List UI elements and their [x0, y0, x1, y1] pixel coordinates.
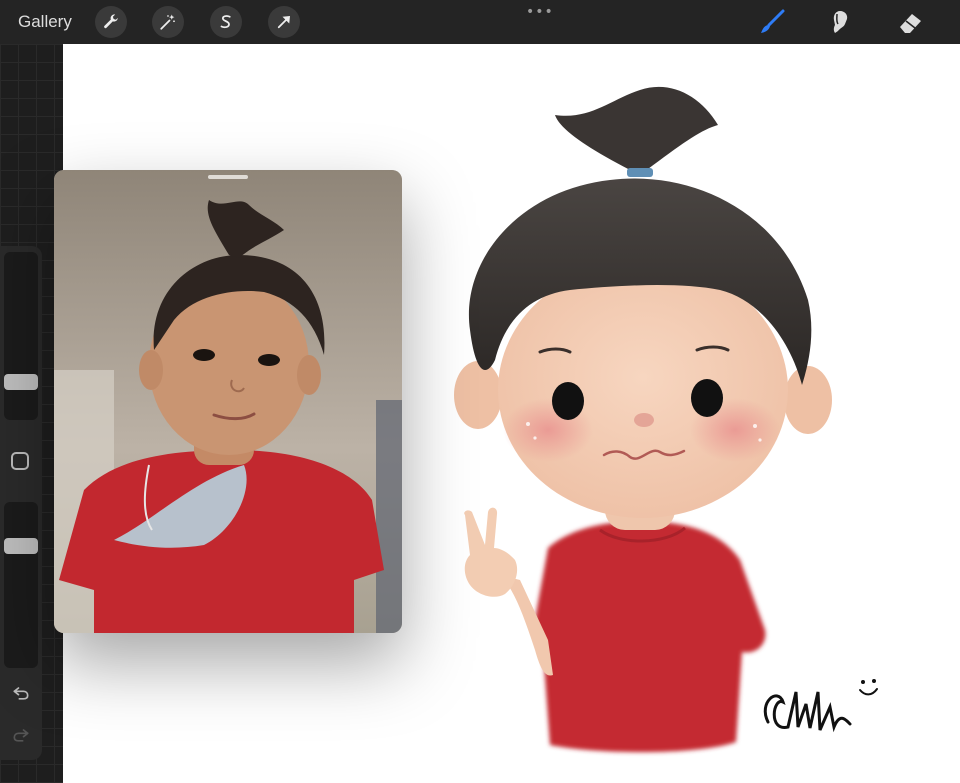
opacity-slider[interactable]	[4, 502, 38, 668]
redo-icon	[13, 729, 29, 742]
undo-icon	[13, 687, 29, 700]
brush-size-slider[interactable]	[4, 252, 38, 420]
adjustments-button[interactable]	[152, 6, 184, 38]
artist-signature	[763, 679, 878, 733]
opacity-thumb[interactable]	[4, 538, 38, 554]
selection-s-icon	[220, 15, 231, 29]
more-options-button[interactable]: •••	[526, 4, 554, 20]
redo-button[interactable]	[10, 724, 32, 746]
selection-button[interactable]	[210, 6, 242, 38]
brush-tool-button[interactable]	[758, 8, 786, 36]
wrench-icon	[104, 14, 118, 29]
brush-size-thumb[interactable]	[4, 374, 38, 390]
reference-drag-handle[interactable]	[208, 175, 248, 179]
transform-button[interactable]	[268, 6, 300, 38]
smudge-icon	[833, 11, 848, 33]
undo-button[interactable]	[10, 682, 32, 704]
actions-button[interactable]	[95, 6, 127, 38]
gallery-button[interactable]: Gallery	[18, 12, 72, 32]
modify-button[interactable]	[11, 452, 29, 470]
top-toolbar: Gallery •••	[0, 0, 960, 45]
reference-window[interactable]	[54, 170, 402, 633]
transform-arrow-icon	[277, 16, 290, 29]
eraser-tool-button[interactable]	[896, 8, 924, 36]
reference-photo	[54, 170, 402, 633]
magic-wand-icon	[160, 14, 175, 30]
smudge-tool-button[interactable]	[826, 8, 854, 36]
sidebar-panel	[0, 246, 42, 760]
eraser-icon	[900, 14, 921, 33]
brush-icon	[761, 9, 785, 33]
